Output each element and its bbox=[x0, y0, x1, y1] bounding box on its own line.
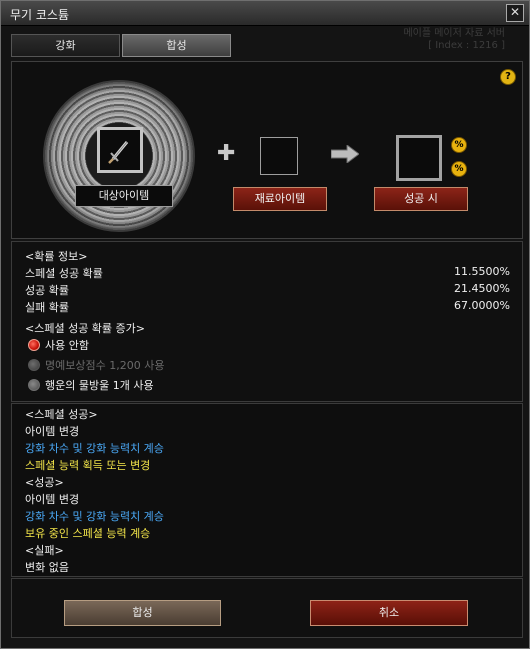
window-title: 무기 코스튬 bbox=[10, 8, 70, 22]
target-item-label: 대상아이템 bbox=[75, 185, 173, 207]
option-no-use-label[interactable]: 사용 안함 bbox=[45, 337, 89, 353]
close-button[interactable]: ✕ bbox=[506, 4, 524, 22]
percent-icon[interactable]: % bbox=[451, 161, 467, 177]
probability-header: <확률 정보> bbox=[25, 250, 88, 263]
success-line-3: 보유 중인 스페셜 능력 계승 bbox=[25, 527, 151, 540]
success-value: 21.4500% bbox=[454, 282, 510, 295]
success-header: <성공> bbox=[25, 476, 64, 489]
cancel-button[interactable]: 취소 bbox=[310, 600, 468, 626]
watermark-line-2: [ Index : 1216 ] bbox=[428, 40, 505, 51]
special-success-value: 11.5500% bbox=[454, 265, 510, 278]
tab-enhance[interactable]: 강화 bbox=[11, 34, 120, 57]
special-success-label: 스페셜 성공 확률 bbox=[25, 267, 103, 280]
success-preview-button[interactable]: 성공 시 bbox=[374, 187, 468, 211]
results-panel bbox=[11, 403, 523, 577]
material-item-button[interactable]: 재료아이템 bbox=[233, 187, 327, 211]
fail-line-1: 변화 없음 bbox=[25, 561, 69, 574]
radio-no-use[interactable] bbox=[28, 339, 40, 351]
plus-icon: ✚ bbox=[217, 141, 236, 166]
help-icon[interactable]: ? bbox=[500, 69, 516, 85]
special-success-header: <스페셜 성공> bbox=[25, 408, 98, 421]
costume-window: 무기 코스튬 ✕ 강화 합성 메이플 메이저 자료 서버 [ Index : 1… bbox=[0, 0, 530, 649]
target-item-slot[interactable] bbox=[97, 127, 143, 173]
special-line-1: 아이템 변경 bbox=[25, 425, 80, 438]
fail-label: 실패 확률 bbox=[25, 301, 69, 314]
sword-icon bbox=[108, 141, 129, 164]
special-line-3: 스페셜 능력 획득 또는 변경 bbox=[25, 459, 151, 472]
radio-honor-points bbox=[28, 359, 40, 371]
radio-luck-drop[interactable] bbox=[28, 379, 40, 391]
arrow-right-icon bbox=[331, 145, 359, 163]
fail-header: <실패> bbox=[25, 544, 64, 557]
close-icon: ✕ bbox=[509, 5, 521, 19]
boost-header: <스페셜 성공 확률 증가> bbox=[25, 322, 146, 335]
fail-value: 67.0000% bbox=[454, 299, 510, 312]
title-bar[interactable]: 무기 코스튬 ✕ bbox=[1, 1, 529, 26]
material-item-slot[interactable] bbox=[260, 137, 298, 175]
success-line-2: 강화 차수 및 강화 능력치 계승 bbox=[25, 510, 164, 523]
option-luck-drop-label[interactable]: 행운의 물방울 1개 사용 bbox=[45, 377, 154, 393]
success-label: 성공 확률 bbox=[25, 284, 69, 297]
tab-compose[interactable]: 합성 bbox=[122, 34, 231, 57]
success-result-slot[interactable] bbox=[396, 135, 442, 181]
option-honor-points-label: 명예보상점수 1,200 사용 bbox=[45, 359, 165, 372]
success-line-1: 아이템 변경 bbox=[25, 493, 80, 506]
watermark: 메이플 메이저 자료 서버 [ Index : 1216 ] bbox=[335, 28, 505, 52]
percent-icon[interactable]: % bbox=[451, 137, 467, 153]
special-line-2: 강화 차수 및 강화 능력치 계승 bbox=[25, 442, 164, 455]
watermark-line-1: 메이플 메이저 자료 서버 bbox=[403, 28, 505, 39]
compose-button[interactable]: 합성 bbox=[64, 600, 221, 626]
